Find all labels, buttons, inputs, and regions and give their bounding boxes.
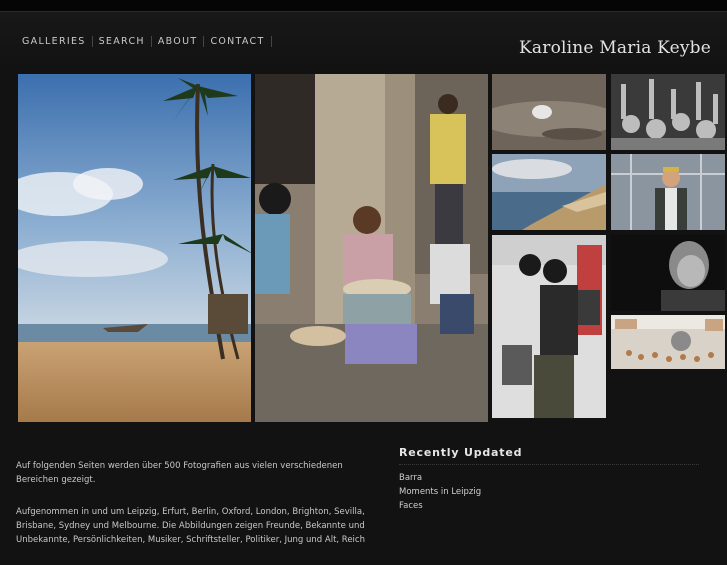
list-item: Faces xyxy=(399,499,699,513)
photo-coastline[interactable] xyxy=(492,154,606,230)
gallery-link-barra[interactable]: Barra xyxy=(399,473,422,483)
intro-text: Auf folgenden Seiten werden über 500 Fot… xyxy=(16,459,376,565)
photo-cooking[interactable] xyxy=(611,315,725,369)
nav-search[interactable]: SEARCH xyxy=(93,36,152,47)
site-header: GALLERIES SEARCH ABOUT CONTACT Karoline … xyxy=(0,12,727,70)
main-nav: GALLERIES SEARCH ABOUT CONTACT xyxy=(16,36,272,47)
recently-updated-list: Barra Moments in Leipzig Faces xyxy=(399,471,699,513)
top-strip xyxy=(0,0,727,12)
gallery-link-faces[interactable]: Faces xyxy=(399,501,423,511)
intro-paragraph: Auf folgenden Seiten werden über 500 Fot… xyxy=(16,461,343,485)
site-title[interactable]: Karoline Maria Keybe xyxy=(519,38,711,58)
photo-concert-crowd[interactable] xyxy=(611,74,725,150)
list-item: Barra xyxy=(399,471,699,485)
photo-mud-puddle[interactable] xyxy=(492,74,606,150)
photo-elderly-woman[interactable] xyxy=(611,235,725,311)
intro-paragraph: Aufgenommen in und um Leipzig, Erfurt, B… xyxy=(16,507,365,545)
photo-beach-palms[interactable] xyxy=(18,74,251,422)
nav-galleries[interactable]: GALLERIES xyxy=(16,36,93,47)
recently-updated-heading: Recently Updated xyxy=(399,446,699,465)
recently-updated: Recently Updated Barra Moments in Leipzi… xyxy=(399,446,699,513)
photo-police-officer[interactable] xyxy=(492,235,606,418)
photo-street-vendor[interactable] xyxy=(255,74,488,422)
gallery-link-moments-in-leipzig[interactable]: Moments in Leipzig xyxy=(399,487,481,497)
list-item: Moments in Leipzig xyxy=(399,485,699,499)
nav-contact[interactable]: CONTACT xyxy=(204,36,272,47)
photo-man-with-hat[interactable] xyxy=(611,154,725,230)
nav-about[interactable]: ABOUT xyxy=(152,36,205,47)
